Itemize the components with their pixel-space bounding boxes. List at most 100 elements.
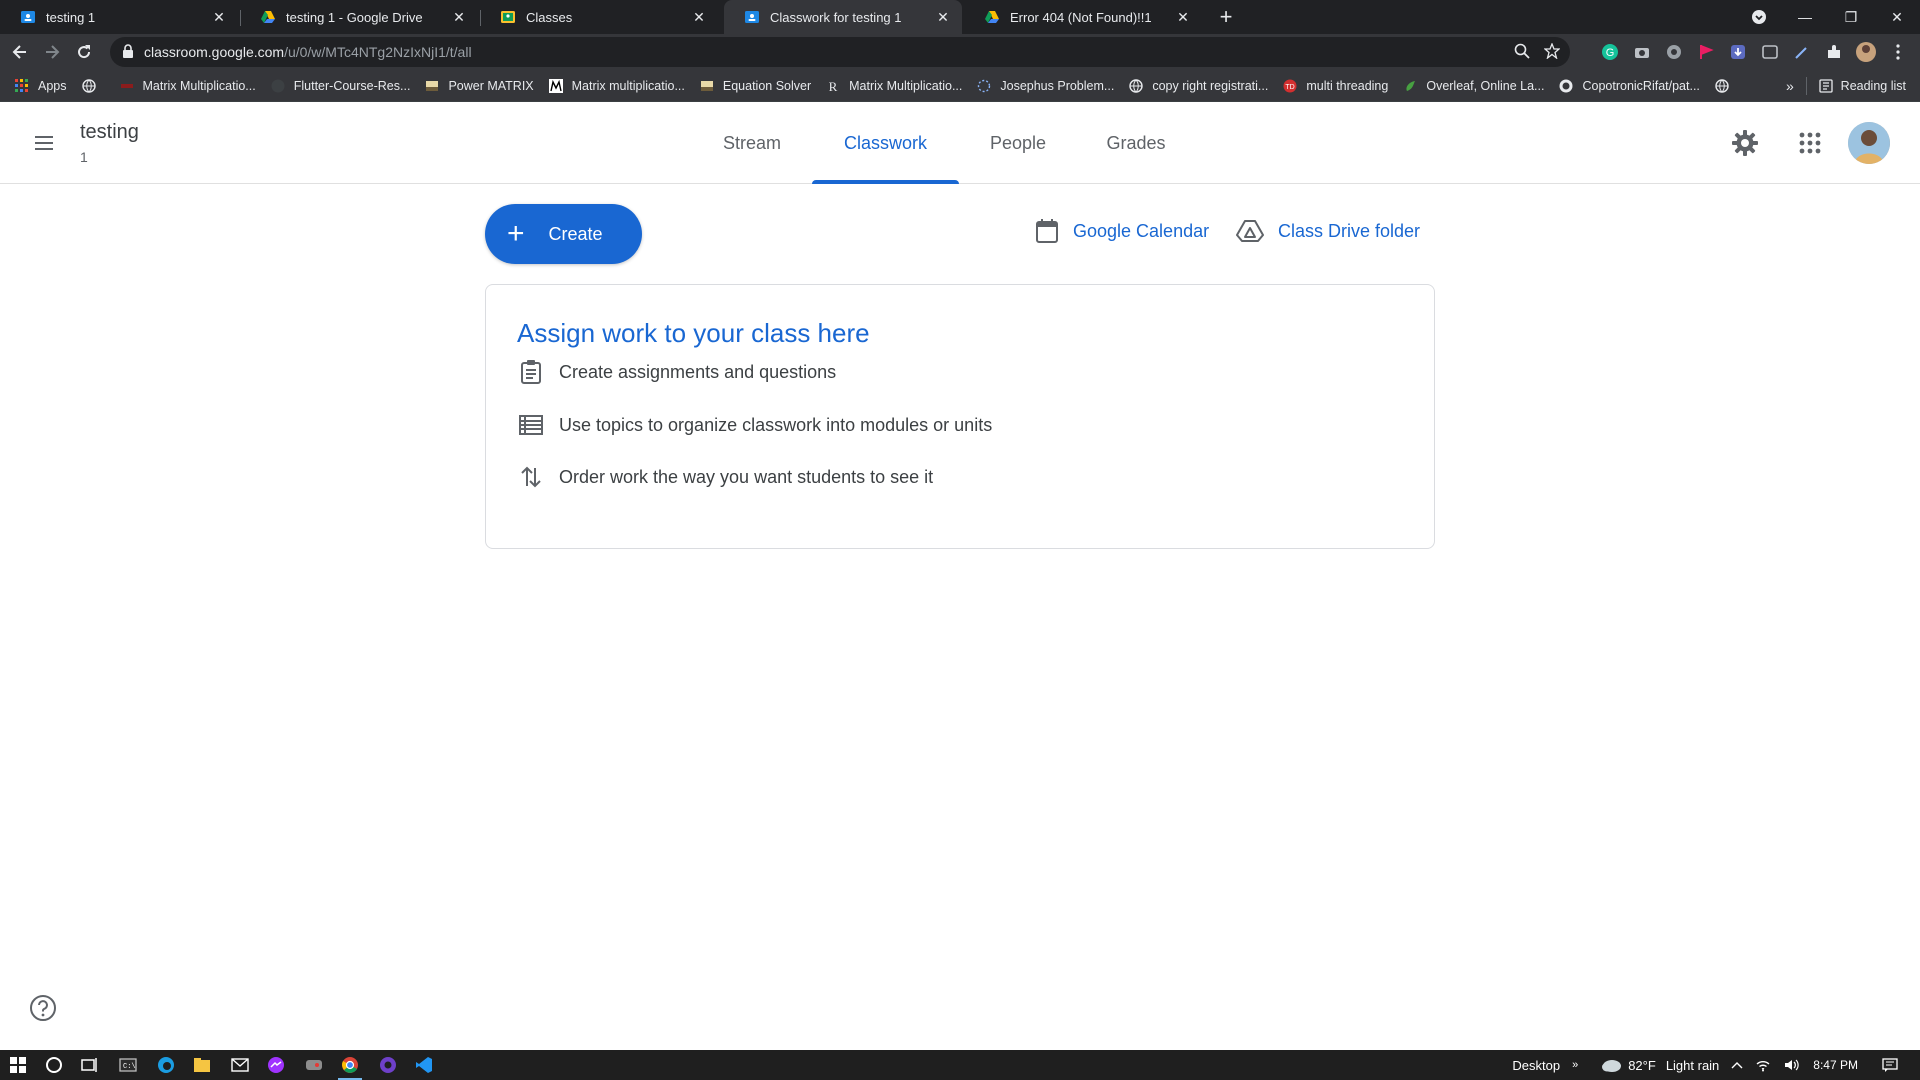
browser-tab[interactable]: Error 404 (Not Found)!!1 ✕ [964, 0, 1202, 34]
bookmark-label: Matrix multiplicatio... [571, 78, 685, 93]
globe-icon [1128, 78, 1144, 94]
messenger-icon[interactable] [258, 1053, 294, 1077]
bookmark-item[interactable]: CopotronicRifat/pat... [1558, 78, 1700, 94]
avatar[interactable] [1848, 122, 1890, 164]
bookmark-item[interactable] [81, 78, 105, 94]
file-explorer-icon[interactable] [184, 1053, 220, 1077]
puzzle-extensions-icon[interactable] [1822, 40, 1846, 64]
tip-row: Create assignments and questions [517, 357, 836, 387]
bookmark-item[interactable] [1714, 78, 1738, 94]
class-drive-folder-link[interactable]: Class Drive folder [1236, 214, 1420, 248]
download-extension-icon[interactable] [1726, 40, 1750, 64]
close-tab-icon[interactable]: ✕ [690, 8, 708, 26]
bookmarks-bar: Apps Matrix Multiplicatio... Flutter-Cou… [0, 70, 1920, 102]
bookmark-item[interactable]: TD multi threading [1282, 78, 1388, 94]
desktop-toolbar-label[interactable]: Desktop [1512, 1058, 1560, 1073]
grammarly-icon[interactable]: G [1598, 40, 1622, 64]
pink-flag-extension-icon[interactable] [1694, 40, 1718, 64]
bookmark-item[interactable]: Equation Solver [699, 78, 811, 94]
bookmark-item[interactable]: Flutter-Course-Res... [270, 78, 411, 94]
screen-extension-icon[interactable] [1758, 40, 1782, 64]
bookmark-favicon-folder [699, 78, 715, 94]
zoom-icon[interactable] [1514, 43, 1530, 62]
new-tab-icon[interactable]: + [1214, 4, 1238, 29]
create-button[interactable]: + Create [485, 204, 642, 264]
task-view-icon[interactable] [72, 1053, 108, 1077]
weather-condition[interactable]: Light rain [1666, 1058, 1719, 1073]
chevron-up-icon[interactable] [1731, 1061, 1743, 1069]
reload-icon[interactable] [72, 40, 96, 64]
tab-label: testing 1 [46, 9, 96, 25]
extension-icon[interactable] [1662, 40, 1686, 64]
svg-text:C:\: C:\ [123, 1063, 136, 1071]
close-tab-icon[interactable]: ✕ [934, 8, 952, 26]
bookmark-label: Josephus Problem... [1000, 78, 1115, 93]
bookmark-label: multi threading [1306, 78, 1389, 93]
browser-tab-active[interactable]: Classwork for testing 1 ✕ [724, 0, 962, 34]
restore-icon[interactable]: ❐ [1828, 0, 1874, 34]
wifi-icon[interactable] [1755, 1058, 1771, 1072]
gear-icon[interactable] [1724, 122, 1766, 164]
close-tab-icon[interactable]: ✕ [450, 8, 468, 26]
bookmark-item[interactable]: copy right registrati... [1128, 78, 1268, 94]
bookmark-item[interactable]: Josephus Problem... [976, 78, 1114, 94]
help-icon[interactable] [28, 993, 58, 1023]
forward-arrow-icon[interactable] [40, 40, 64, 64]
tab-stream[interactable]: Stream [700, 102, 804, 184]
drive-outline-icon [1236, 219, 1264, 243]
plus-icon: + [507, 217, 525, 250]
cortana-search-icon[interactable] [36, 1053, 72, 1077]
bookmark-item[interactable]: Matrix multiplicatio... [548, 78, 685, 94]
browser-tab[interactable]: testing 1 ✕ [0, 0, 238, 34]
chrome-taskbar-icon[interactable] [332, 1053, 368, 1080]
minimize-icon[interactable]: — [1782, 0, 1828, 34]
weather-cloud-icon[interactable] [1600, 1057, 1622, 1073]
weather-temperature[interactable]: 82°F [1628, 1058, 1656, 1073]
vscode-icon[interactable] [406, 1053, 442, 1077]
svg-text:TD: TD [1286, 84, 1295, 91]
bookmark-item[interactable]: R Matrix Multiplicatio... [825, 78, 963, 94]
tab-people[interactable]: People [974, 102, 1062, 184]
tab-classwork[interactable]: Classwork [812, 102, 959, 184]
tab-search-icon[interactable] [1736, 0, 1782, 34]
reading-list-button[interactable]: Reading list [1819, 70, 1906, 102]
volume-icon[interactable] [1783, 1058, 1799, 1072]
windows-start-icon[interactable] [0, 1053, 36, 1077]
tab-grades[interactable]: Grades [1092, 102, 1180, 184]
pen-extension-icon[interactable] [1790, 40, 1814, 64]
lock-icon [122, 43, 134, 61]
back-arrow-icon[interactable] [8, 40, 32, 64]
google-apps-icon[interactable] [1789, 122, 1831, 164]
close-tab-icon[interactable]: ✕ [210, 8, 228, 26]
browser-tab[interactable]: testing 1 - Google Drive ✕ [240, 0, 478, 34]
github-desktop-icon[interactable] [370, 1053, 406, 1077]
reading-list-label: Reading list [1840, 79, 1906, 93]
game-app-icon[interactable] [296, 1053, 332, 1077]
bookmark-item[interactable]: Power MATRIX [424, 78, 534, 94]
toolbar-expand-icon[interactable]: » [1572, 1059, 1578, 1071]
address-bar[interactable]: classroom.google.com/u/0/w/MTc4NTg2NzIxN… [110, 37, 1570, 67]
notifications-icon[interactable] [1882, 1058, 1898, 1072]
bookmark-label: Flutter-Course-Res... [293, 78, 411, 93]
profile-avatar-icon[interactable] [1854, 40, 1878, 64]
browser-tab[interactable]: Classes ✕ [480, 0, 718, 34]
mail-icon[interactable] [222, 1053, 258, 1077]
close-window-icon[interactable]: ✕ [1874, 0, 1920, 34]
close-tab-icon[interactable]: ✕ [1174, 8, 1192, 26]
clock-time[interactable]: 8:47 PM [1813, 1058, 1858, 1072]
bookmark-item[interactable]: Overleaf, Online La... [1402, 78, 1544, 94]
bookmark-item[interactable]: Matrix Multiplicatio... [119, 78, 256, 94]
url-host: classroom.google.com [144, 44, 285, 60]
calendar-icon [1035, 218, 1059, 244]
windows-taskbar: C:\ Desktop » 82°F Light rain 8:47 PM [0, 1050, 1920, 1080]
kebab-menu-icon[interactable] [1886, 40, 1910, 64]
bookmarks-overflow-icon[interactable]: » [1786, 78, 1794, 94]
edge-icon[interactable] [148, 1053, 184, 1077]
bookmark-star-icon[interactable] [1543, 42, 1561, 62]
bookmark-apps[interactable]: Apps [14, 78, 67, 94]
google-calendar-label: Google Calendar [1073, 220, 1210, 241]
terminal-icon[interactable]: C:\ [110, 1053, 146, 1077]
camera-extension-icon[interactable] [1630, 40, 1654, 64]
google-calendar-link[interactable]: Google Calendar [1035, 214, 1209, 248]
reading-list-icon [1819, 79, 1833, 93]
